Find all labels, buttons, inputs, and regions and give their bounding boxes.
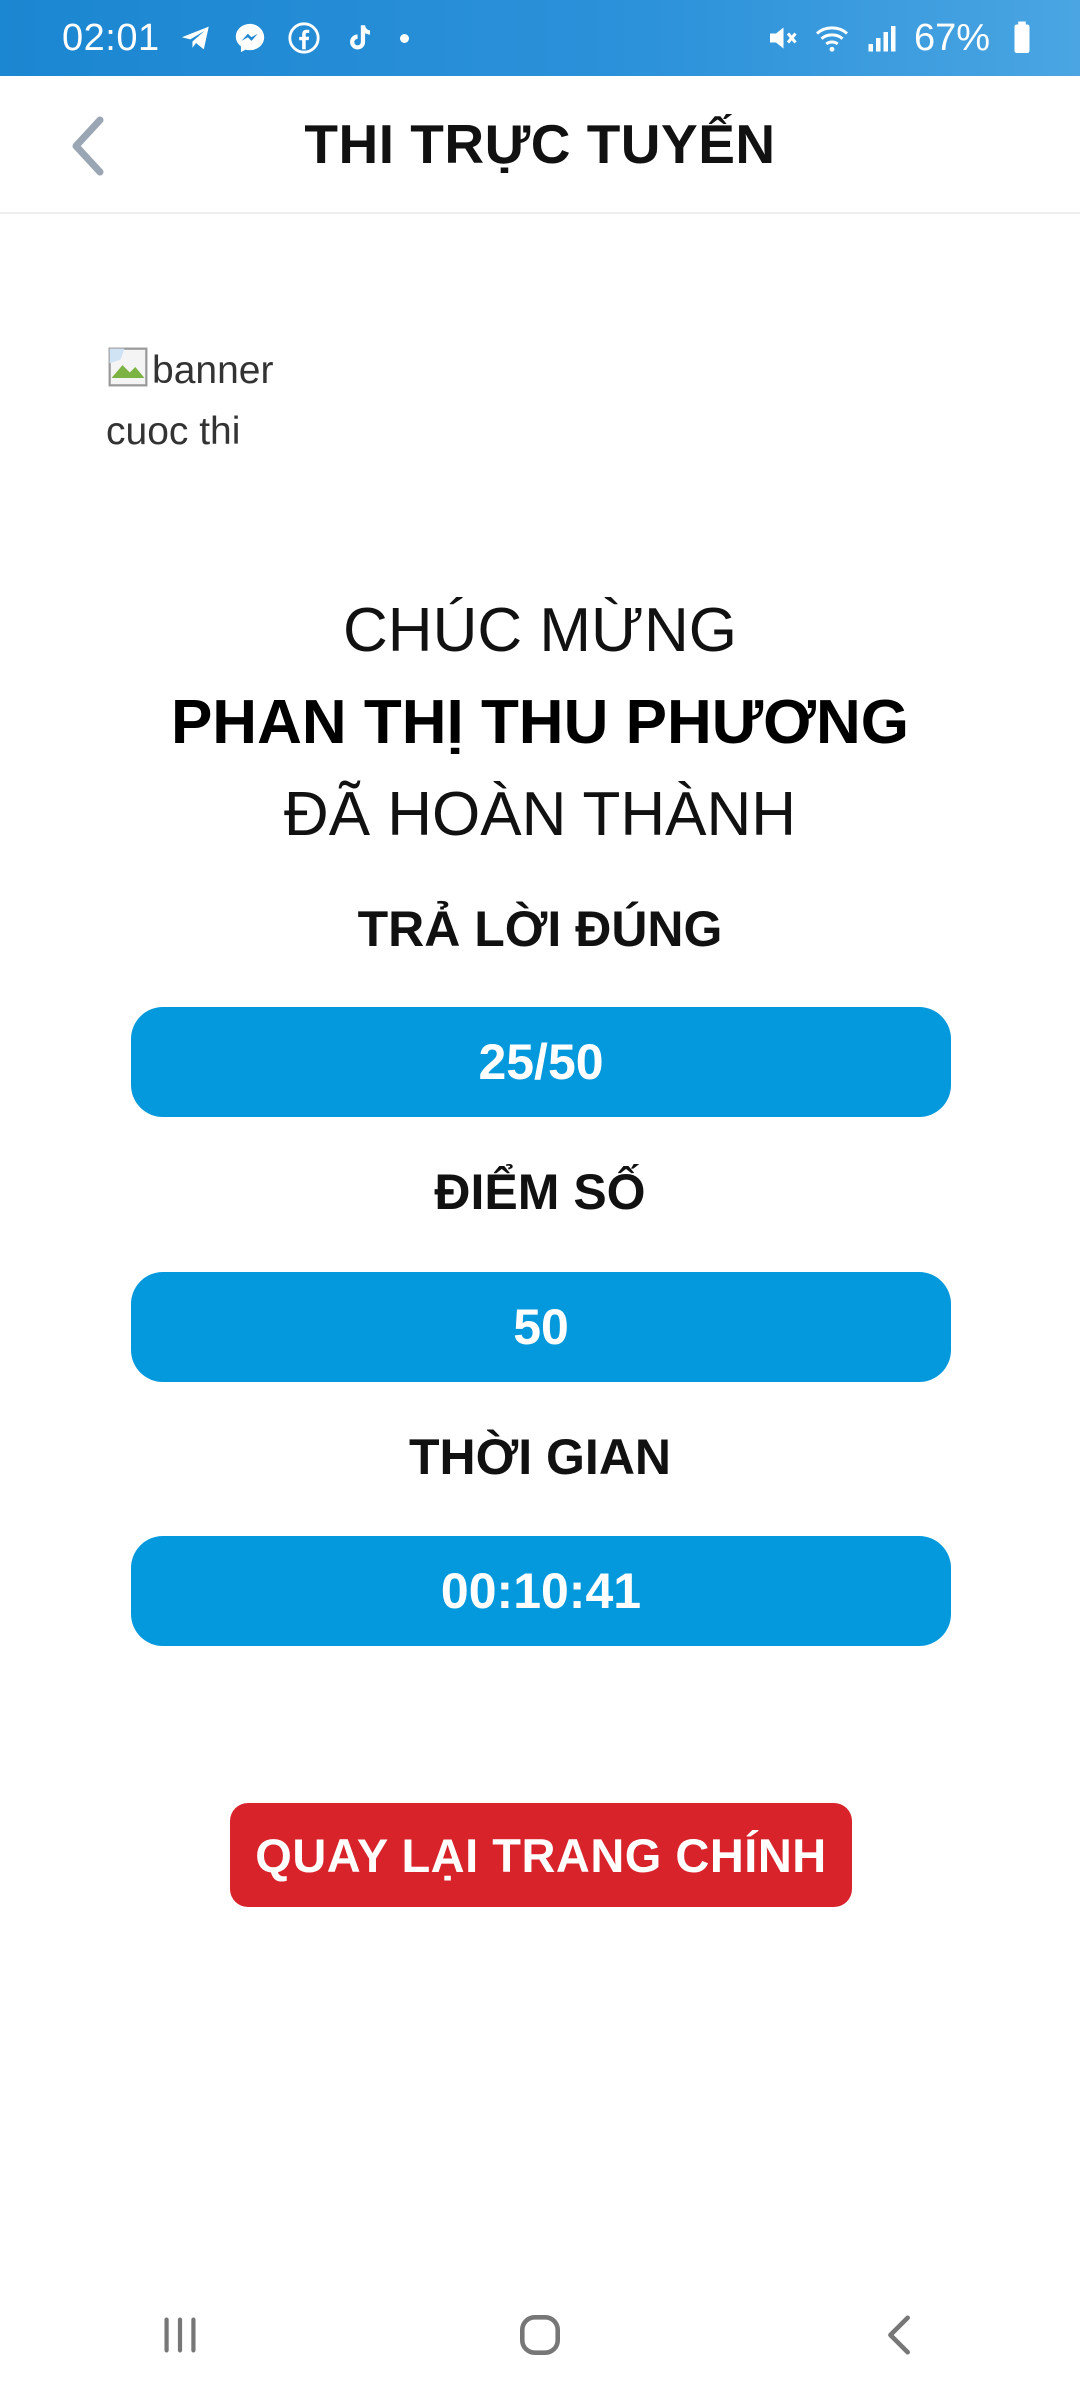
home-icon xyxy=(520,2315,560,2355)
broken-image-icon xyxy=(108,347,148,387)
telegram-icon xyxy=(178,20,214,56)
banner-image: banner cuoc thi xyxy=(106,340,326,462)
signal-icon xyxy=(864,20,900,56)
recent-apps-button[interactable] xyxy=(120,2285,240,2385)
status-time: 02:01 xyxy=(62,16,160,59)
battery-icon xyxy=(1004,20,1040,56)
battery-percentage: 67% xyxy=(913,16,990,59)
score-label: ĐIỂM SỐ xyxy=(434,1164,646,1220)
more-notifications-dot xyxy=(399,33,409,43)
chevron-left-icon xyxy=(72,116,104,176)
status-left: 02:01 xyxy=(62,17,409,60)
recent-apps-icon xyxy=(164,2317,196,2353)
facebook-icon xyxy=(286,20,322,56)
back-arrow-icon xyxy=(888,2315,910,2355)
system-nav-bar xyxy=(0,2270,1080,2400)
congrats-block: CHÚC MỪNG PHAN THỊ THU PHƯƠNG ĐÃ HOÀN TH… xyxy=(0,585,1080,861)
mute-icon xyxy=(764,20,800,56)
tiktok-icon xyxy=(340,20,376,56)
home-nav-button[interactable] xyxy=(480,2285,600,2385)
back-button[interactable] xyxy=(48,106,128,186)
participant-name: PHAN THỊ THU PHƯƠNG xyxy=(170,688,910,757)
status-bar: 02:01 67% xyxy=(0,0,1080,76)
page-title: THI TRỰC TUYẾN xyxy=(304,113,776,175)
app-header: THI TRỰC TUYẾN xyxy=(0,76,1080,214)
time-label: THỜI GIAN xyxy=(408,1429,672,1485)
correct-answers-label: TRẢ LỜI ĐÚNG xyxy=(357,901,723,957)
back-nav-button[interactable] xyxy=(840,2285,960,2385)
congrats-heading: CHÚC MỪNG xyxy=(343,596,737,665)
completed-text: ĐÃ HOÀN THÀNH xyxy=(283,780,797,849)
wifi-icon xyxy=(814,20,850,56)
back-to-home-button[interactable]: QUAY LẠI TRANG CHÍNH xyxy=(230,1803,852,1907)
status-right: 67% xyxy=(764,17,1040,60)
time-value: 00:10:41 xyxy=(131,1536,951,1646)
correct-answers-value: 25/50 xyxy=(131,1007,951,1117)
score-value: 50 xyxy=(131,1272,951,1382)
messenger-icon xyxy=(232,20,268,56)
